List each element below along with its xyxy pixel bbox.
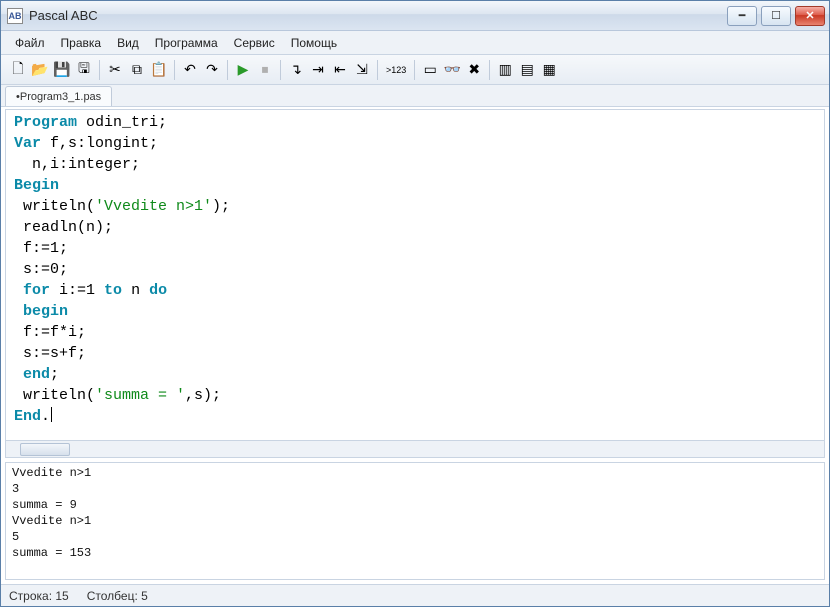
new-file-icon: 🗋 [12,58,23,82]
horizontal-scrollbar[interactable] [5,441,825,458]
code-line: Var f,s:longint; [14,133,816,154]
step-into-icon: ↴ [290,61,302,78]
close-button[interactable]: ✕ [795,6,825,26]
text-cursor [51,407,52,422]
menu-item-0[interactable]: Файл [7,31,53,54]
stop-icon: ⏹ [262,61,269,78]
window-title: Pascal ABC [29,8,727,23]
run-button[interactable]: ▶ [232,59,254,81]
close-icon: ✕ [805,9,814,22]
undo-icon: ↶ [184,61,196,78]
code-line: writeln('summa = ',s); [14,385,816,406]
tab-label: •Program3_1.pas [16,91,101,103]
panel-2-icon: ▤ [521,61,534,78]
window-controls: ━ ☐ ✕ [727,6,825,26]
redo-button[interactable]: ↷ [201,59,223,81]
save-all-button[interactable]: 🖫 [73,59,95,81]
cut-button[interactable]: ✂ [104,59,126,81]
window-button[interactable]: ▭ [419,59,441,81]
code-line: s:=0; [14,259,816,280]
step-into-button[interactable]: ↴ [285,59,307,81]
new-file-button[interactable]: 🗋 [7,59,29,81]
glasses-icon: 👓 [444,61,461,78]
code-editor[interactable]: Program odin_tri;Var f,s:longint; n,i:in… [5,109,825,441]
panel-1-icon: ▥ [499,61,512,78]
undo-button[interactable]: ↶ [179,59,201,81]
run-to-cursor-button[interactable]: ⇲ [351,59,373,81]
code-line: readln(n); [14,217,816,238]
paste-icon: 📋 [150,61,167,78]
toolbar-separator [174,60,175,80]
code-line: n,i:integer; [14,154,816,175]
menu-item-2[interactable]: Вид [109,31,147,54]
toolbar: 🗋 📂 💾 🖫 ✂ ⧉ 📋 ↶ ↷ ▶ ⏹ ↴ ⇥ ⇤ ⇲ >123 ▭ 👓 ✖ ▥ ▤ ▦ [1,55,829,85]
menu-item-1[interactable]: Правка [53,31,110,54]
panel-3-icon: ▦ [543,61,556,78]
status-line: Строка: 15 [9,589,69,603]
code-line: begin [14,301,816,322]
run-icon: ▶ [238,61,249,78]
toolbar-separator [414,60,415,80]
code-line: Begin [14,175,816,196]
step-over-button[interactable]: ⇥ [307,59,329,81]
window-icon: ▭ [424,61,437,78]
maximize-button[interactable]: ☐ [761,6,791,26]
editor-area: Program odin_tri;Var f,s:longint; n,i:in… [1,107,829,458]
statusbar: Строка: 15 Столбец: 5 [1,584,829,606]
copy-icon: ⧉ [132,61,142,78]
code-line: s:=s+f; [14,343,816,364]
panel-3-button[interactable]: ▦ [538,59,560,81]
maximize-icon: ☐ [771,9,781,22]
scrollbar-thumb[interactable] [20,443,70,456]
open-file-button[interactable]: 📂 [29,59,51,81]
stop-button[interactable]: ⏹ [254,59,276,81]
step-over-icon: ⇥ [312,61,324,78]
titlebar[interactable]: AB Pascal ABC ━ ☐ ✕ [1,1,829,31]
save-button[interactable]: 💾 [51,59,73,81]
toolbar-separator [280,60,281,80]
panel-1-button[interactable]: ▥ [494,59,516,81]
tab-program3-1[interactable]: •Program3_1.pas [5,86,112,106]
cut-icon: ✂ [109,61,121,78]
step-out-icon: ⇤ [334,61,346,78]
code-line: f:=f*i; [14,322,816,343]
delete-button[interactable]: ✖ [463,59,485,81]
minimize-icon: ━ [739,9,746,22]
open-file-icon: 📂 [31,61,48,78]
app-window: AB Pascal ABC ━ ☐ ✕ ФайлПравкаВидПрограм… [0,0,830,607]
menu-item-3[interactable]: Программа [147,31,226,54]
redo-icon: ↷ [206,61,218,78]
glasses-button[interactable]: 👓 [441,59,463,81]
menubar: ФайлПравкаВидПрограммаСервисПомощь [1,31,829,55]
code-line: Program odin_tri; [14,112,816,133]
panel-2-button[interactable]: ▤ [516,59,538,81]
code-line: f:=1; [14,238,816,259]
breakpoint-button[interactable]: >123 [382,59,410,81]
menu-item-5[interactable]: Помощь [283,31,345,54]
minimize-button[interactable]: ━ [727,6,757,26]
step-out-button[interactable]: ⇤ [329,59,351,81]
app-icon: AB [7,8,23,24]
code-line: end; [14,364,816,385]
save-all-icon: 🖫 [78,58,90,82]
output-panel[interactable]: Vvedite n>1 3 summa = 9 Vvedite n>1 5 su… [5,462,825,580]
toolbar-separator [489,60,490,80]
copy-button[interactable]: ⧉ [126,59,148,81]
code-line: writeln('Vvedite n>1'); [14,196,816,217]
code-line: for i:=1 to n do [14,280,816,301]
toolbar-separator [227,60,228,80]
delete-icon: ✖ [468,61,480,78]
save-icon: 💾 [53,61,70,78]
menu-item-4[interactable]: Сервис [226,31,283,54]
run-to-cursor-icon: ⇲ [356,61,368,78]
tabbar: •Program3_1.pas [1,85,829,107]
paste-button[interactable]: 📋 [148,59,170,81]
status-column: Столбец: 5 [87,589,148,603]
toolbar-separator [99,60,100,80]
code-line: End. [14,406,816,427]
breakpoint-icon: >123 [386,65,406,75]
toolbar-separator [377,60,378,80]
